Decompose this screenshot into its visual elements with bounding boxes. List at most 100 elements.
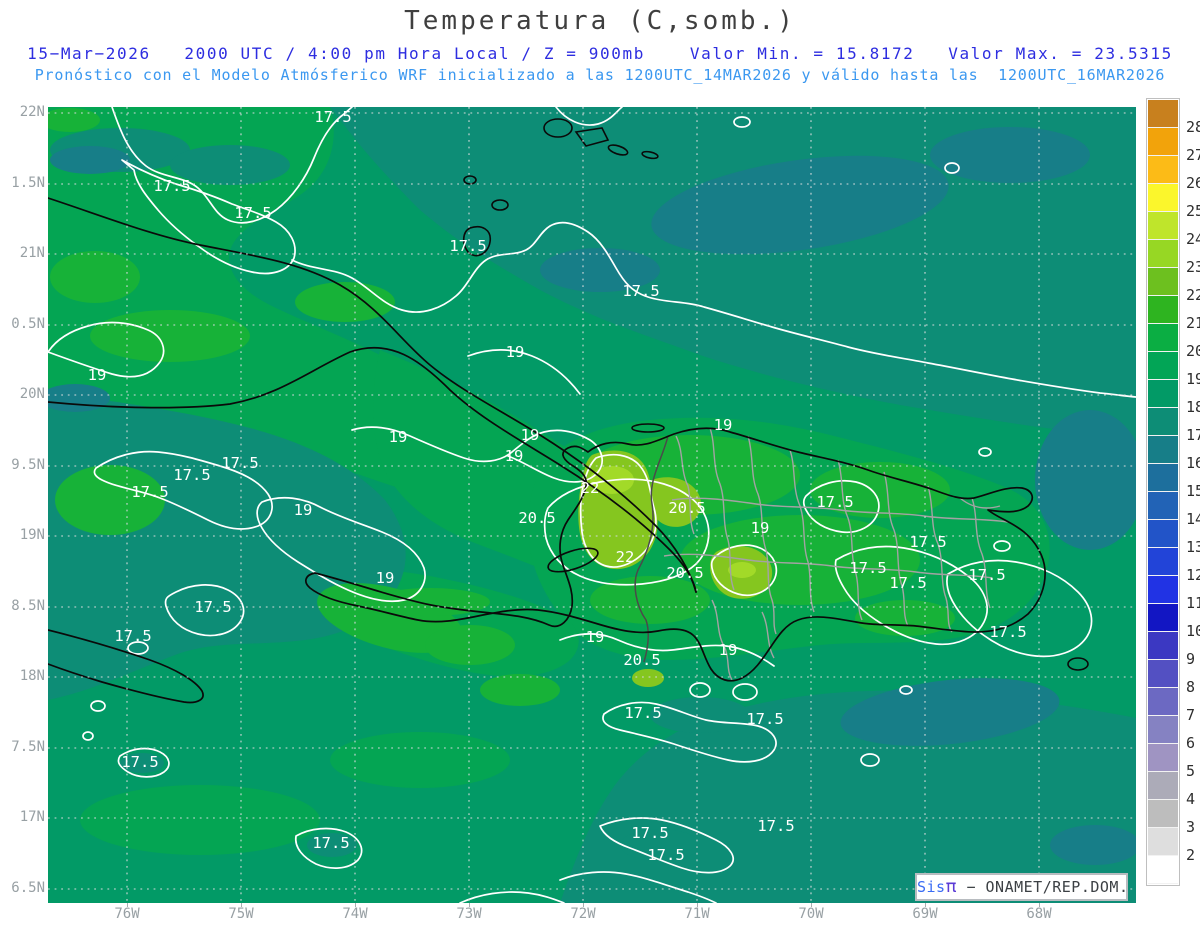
colorbar-cell — [1148, 184, 1178, 212]
contour-value-label: 17.5 — [757, 817, 794, 835]
colorbar-label: 28 — [1186, 118, 1200, 136]
contour-value-label: 17.5 — [312, 834, 349, 852]
colorbar-label: 22 — [1186, 286, 1200, 304]
x-axis-tick — [127, 903, 128, 907]
colorbar-label: 20 — [1186, 342, 1200, 360]
contour-value-label: 22 — [581, 479, 600, 497]
colorbar-cell — [1148, 660, 1178, 688]
colorbar-cell — [1148, 324, 1178, 352]
y-axis-label: 22N — [19, 104, 45, 120]
y-axis-label: 9.5N — [11, 457, 45, 473]
colorbar-label: 9 — [1186, 650, 1196, 668]
colorbar-cell — [1148, 296, 1178, 324]
colorbar-cell — [1148, 604, 1178, 632]
contour-value-label: 17.5 — [314, 108, 351, 126]
y-axis-label: 6.5N — [11, 880, 45, 896]
temperature-colorbar — [1146, 98, 1180, 886]
colorbar-label: 21 — [1186, 314, 1200, 332]
contour-value-label: 20.5 — [666, 564, 703, 582]
y-axis-label: 17N — [19, 809, 45, 825]
colorbar-cell — [1148, 408, 1178, 436]
colorbar-cell — [1148, 856, 1178, 884]
x-axis-label: 76W — [114, 906, 140, 922]
colorbar-label: 5 — [1186, 762, 1196, 780]
contour-value-label: 17.5 — [968, 566, 1005, 584]
colorbar-cell — [1148, 240, 1178, 268]
page-title: Temperatura (C,somb.) — [404, 6, 796, 36]
fill-16-17-patch — [930, 127, 1090, 183]
contour-value-label: 19 — [521, 426, 540, 444]
colorbar-cell — [1148, 772, 1178, 800]
branding-onamet-label: − ONAMET/REP.DOM. — [956, 878, 1129, 896]
contour-value-label: 17.5 — [234, 204, 271, 222]
y-axis-label: 18N — [19, 668, 45, 684]
x-axis-label: 74W — [342, 906, 368, 922]
contour-value-label: 17.5 — [194, 598, 231, 616]
colorbar-cell — [1148, 744, 1178, 772]
contour-value-label: 17.5 — [909, 533, 946, 551]
contour-value-label: 20.5 — [518, 509, 555, 527]
colorbar-cell — [1148, 492, 1178, 520]
colorbar-cell — [1148, 380, 1178, 408]
colorbar-cell — [1148, 828, 1178, 856]
x-axis-label: 71W — [684, 906, 710, 922]
contour-value-label: 17.5 — [624, 704, 661, 722]
colorbar-cell — [1148, 576, 1178, 604]
colorbar-label: 13 — [1186, 538, 1200, 556]
contour-value-label: 17.5 — [153, 177, 190, 195]
contour-value-label: 20.5 — [668, 499, 705, 517]
contour-value-label: 17.5 — [131, 483, 168, 501]
colorbar-cell — [1148, 436, 1178, 464]
x-axis-tick — [697, 903, 698, 907]
y-axis-label: 20N — [19, 386, 45, 402]
contour-value-label: 20.5 — [623, 651, 660, 669]
colorbar-label: 25 — [1186, 202, 1200, 220]
fill-19-20-patch — [330, 732, 510, 788]
colorbar-cell — [1148, 268, 1178, 296]
fill-17-18-patch — [650, 697, 750, 733]
contour-value-label: 17.5 — [849, 559, 886, 577]
fill-16-17-patch — [1050, 825, 1136, 865]
forecast-subtitle-line1: 15−Mar−2026 2000 UTC / 4:00 pm Hora Loca… — [27, 44, 1173, 63]
contour-value-label: 19 — [586, 628, 605, 646]
fill-19-20-patch — [80, 785, 320, 855]
x-axis-label: 69W — [912, 906, 938, 922]
colorbar-label: 8 — [1186, 678, 1196, 696]
contour-value-label: 17.5 — [989, 623, 1026, 641]
colorbar-cell — [1148, 128, 1178, 156]
contour-value-label: 17.5 — [114, 627, 151, 645]
fill-16-17-patch — [50, 146, 130, 174]
contour-value-label: 19 — [751, 519, 770, 537]
x-axis-tick — [925, 903, 926, 907]
contour-value-label: 19 — [506, 343, 525, 361]
fill-20-21-patch — [480, 674, 560, 706]
temperature-contour-map: 17.5 17.5 17.5 17.5 17.5 17.5 17.5 17.5 17.5 17.5… — [48, 107, 1136, 903]
x-axis-label: 70W — [798, 906, 824, 922]
colorbar-label: 18 — [1186, 398, 1200, 416]
fill-22-23-patch — [632, 669, 664, 687]
colorbar-label: 19 — [1186, 370, 1200, 388]
y-axis-label: 8.5N — [11, 598, 45, 614]
x-axis-tick — [583, 903, 584, 907]
colorbar-label: 27 — [1186, 146, 1200, 164]
contour-value-label: 17.5 — [622, 282, 659, 300]
y-axis-label: 19N — [19, 527, 45, 543]
x-axis-label: 73W — [456, 906, 482, 922]
colorbar-label: 4 — [1186, 790, 1196, 808]
colorbar-label: 7 — [1186, 706, 1196, 724]
colorbar-cell — [1148, 520, 1178, 548]
colorbar-cell — [1148, 212, 1178, 240]
colorbar-cell — [1148, 716, 1178, 744]
contour-value-label: 19 — [505, 447, 524, 465]
colorbar-label: 17 — [1186, 426, 1200, 444]
x-axis-tick — [811, 903, 812, 907]
colorbar-cell — [1148, 464, 1178, 492]
contour-value-label: 17.5 — [816, 493, 853, 511]
colorbar-label: 3 — [1186, 818, 1196, 836]
contour-value-label: 17.5 — [746, 710, 783, 728]
contour-value-label: 19 — [714, 416, 733, 434]
y-axis-label: 1.5N — [11, 175, 45, 191]
x-axis-tick — [355, 903, 356, 907]
contour-value-label: 17.5 — [647, 846, 684, 864]
contour-value-label: 19 — [376, 569, 395, 587]
